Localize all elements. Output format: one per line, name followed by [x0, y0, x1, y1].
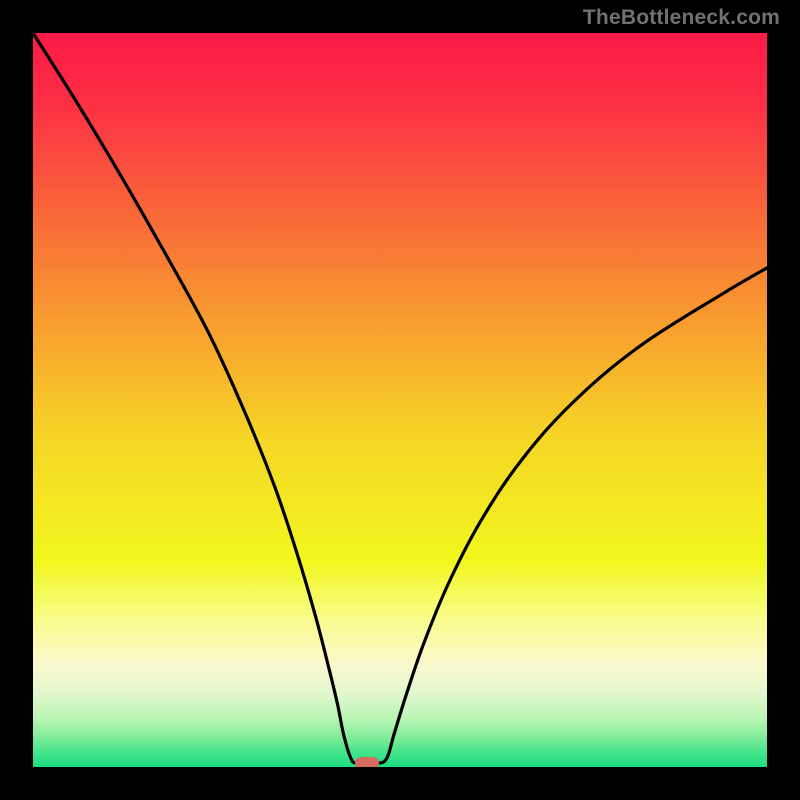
attribution-text: TheBottleneck.com: [583, 6, 780, 30]
plot-area: [33, 33, 767, 767]
marker-pill: [355, 757, 379, 767]
bottleneck-curve: [33, 33, 767, 767]
chart-frame: TheBottleneck.com: [0, 0, 800, 800]
